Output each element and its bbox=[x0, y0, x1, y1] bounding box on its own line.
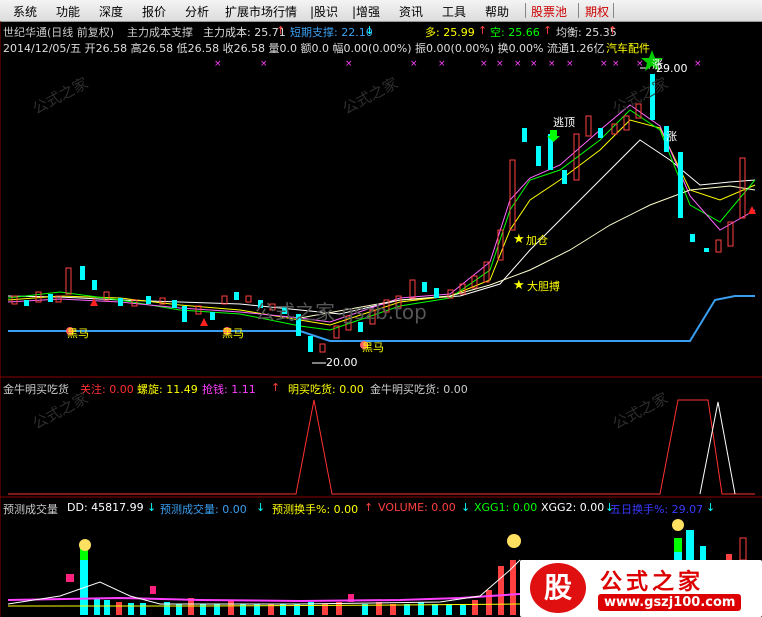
svg-text:×: × bbox=[530, 59, 538, 69]
svg-text:×: × bbox=[566, 59, 574, 69]
panel2-buy-value: 明买吃货: 0.00 bbox=[288, 383, 364, 396]
arrow-down-icon: ↓ bbox=[461, 501, 471, 514]
arrow-down-icon: ↓ bbox=[706, 501, 716, 514]
low-price-label: 20.00 bbox=[326, 356, 358, 369]
svg-text:×: × bbox=[345, 59, 353, 69]
svg-text:×: × bbox=[548, 59, 556, 69]
svg-text:×: × bbox=[496, 59, 504, 69]
panel3-volume: VOLUME: 0.00 bbox=[378, 501, 456, 514]
panel2-focus-value: 关注: 0.00 bbox=[80, 383, 134, 396]
svg-text:×: × bbox=[480, 59, 488, 69]
annotation-rise: 涨 bbox=[652, 58, 663, 71]
panel3-pred-turnover: 预测换手%: 0.00 bbox=[272, 503, 359, 516]
site-logo: 股 公式之家 www.gszj100.com bbox=[520, 560, 762, 617]
panel2-grab-value: 抢钱: 1.11 bbox=[202, 383, 256, 396]
panel3-title: 预测成交量 bbox=[3, 503, 58, 516]
arrow-down-icon: ↓ bbox=[147, 501, 157, 514]
logo-badge: 股 bbox=[530, 563, 586, 613]
panel2-spiral-value: 螺旋: 11.49 bbox=[137, 383, 198, 396]
panel3-dd-value: DD: 45817.99 bbox=[67, 501, 144, 514]
svg-text:★: ★ bbox=[513, 232, 525, 247]
annotation-escape-top: 逃顶 bbox=[553, 116, 575, 129]
annotation-add-position: 加仓 bbox=[526, 234, 548, 247]
annotation-dark-horse: 黑马 bbox=[362, 341, 384, 354]
annotation-dark-horse: 黑马 bbox=[67, 327, 89, 340]
svg-text:×: × bbox=[694, 59, 702, 69]
panel2-title: 金牛明买吃货 bbox=[3, 383, 69, 396]
panel3-five-day-turnover: 五日换手%: 29.07 bbox=[610, 503, 704, 516]
annotation-rise-mid: 涨 bbox=[666, 130, 677, 143]
arrow-up-icon: ↑ bbox=[364, 501, 374, 514]
svg-text:×: × bbox=[410, 59, 418, 69]
svg-text:×: × bbox=[514, 59, 522, 69]
svg-text:×: × bbox=[600, 59, 608, 69]
logo-name: 公式之家 bbox=[600, 570, 705, 595]
svg-text:×: × bbox=[438, 59, 446, 69]
panel3-xgg2: XGG2: 0.00 bbox=[541, 501, 605, 514]
arrow-up-icon: ↑ bbox=[271, 381, 281, 394]
panel3-xgg1: XGG1: 0.00 bbox=[474, 501, 538, 514]
svg-text:×: × bbox=[260, 59, 268, 69]
svg-text:×: × bbox=[612, 59, 620, 69]
svg-text:★: ★ bbox=[513, 278, 525, 293]
svg-text:×: × bbox=[214, 59, 222, 69]
watermark-overlay: 公式之家 gszb.top bbox=[255, 300, 427, 324]
logo-url: www.gszj100.com bbox=[598, 594, 742, 611]
annotation-dark-horse: 黑马 bbox=[222, 327, 244, 340]
annotation-bold-buy: 大胆搏 bbox=[527, 280, 560, 293]
panel2-golden-bull-value: 金牛明买吃货: 0.00 bbox=[370, 383, 468, 396]
panel3-pred-volume: 预测成交量: 0.00 bbox=[160, 503, 247, 516]
arrow-down-icon: ↓ bbox=[256, 501, 266, 514]
